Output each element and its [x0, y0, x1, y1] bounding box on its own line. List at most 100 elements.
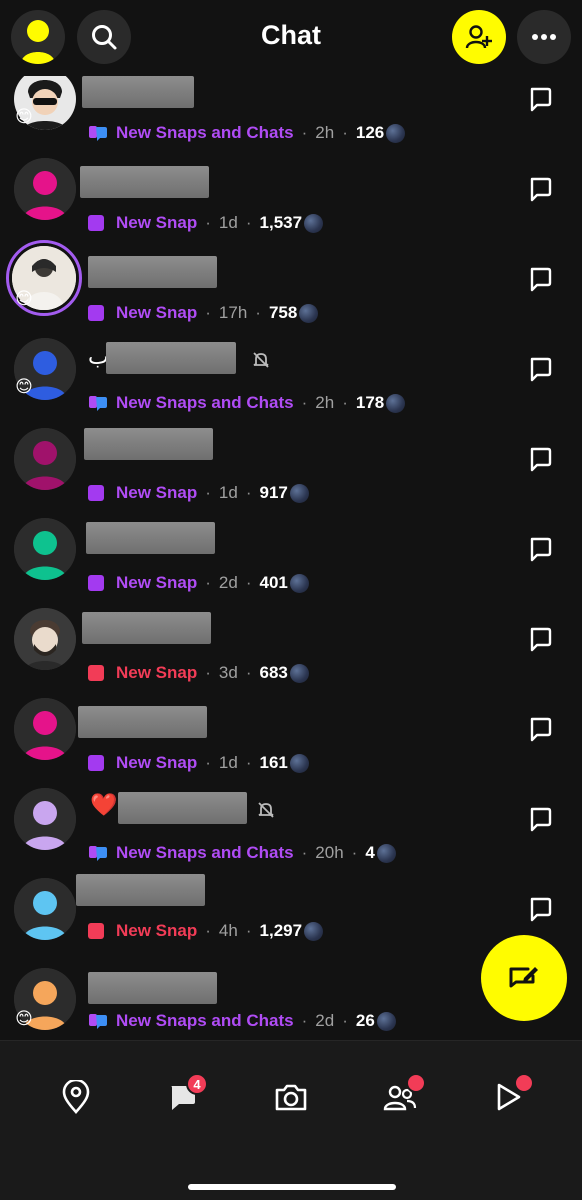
silhouette-icon [14, 518, 76, 580]
timestamp: 2d [218, 573, 238, 592]
contact-name-redacted [106, 342, 236, 374]
avatar[interactable] [14, 788, 76, 850]
chat-status: New Snaps and Chats · 20h · 4 [88, 840, 396, 866]
chat-status: New Snap · 1d · 1,537 [88, 210, 324, 236]
reply-chat-icon[interactable] [527, 176, 553, 202]
contact-name-redacted [86, 522, 215, 554]
contact-name-redacted [82, 612, 211, 644]
avatar[interactable] [14, 518, 76, 580]
status-label: New Snaps and Chats [116, 123, 294, 142]
reply-chat-icon[interactable] [527, 446, 553, 472]
reply-chat-icon[interactable] [527, 896, 553, 922]
chat-row[interactable]: New Snap · 2d · 401 [0, 512, 582, 602]
nav-friends[interactable] [380, 1073, 426, 1119]
muted-bell-icon [258, 802, 274, 818]
separator: · [351, 843, 358, 862]
silhouette-icon [14, 788, 76, 850]
reply-chat-icon[interactable] [527, 536, 553, 562]
avatar[interactable] [14, 608, 76, 670]
more-options-button[interactable] [517, 10, 571, 64]
separator: · [301, 843, 308, 862]
chat-row[interactable]: 😊 ب New Snaps and Chats · 2h · 178 [0, 332, 582, 422]
silhouette-icon [14, 878, 76, 940]
chat-status: New Snap · 1d · 161 [88, 750, 309, 776]
status-label: New Snaps and Chats [116, 393, 294, 412]
reply-chat-icon[interactable] [527, 266, 553, 292]
separator: · [245, 753, 252, 772]
moon-icon [304, 921, 324, 941]
chat-row[interactable]: ❤️ New Snaps and Chats · 20h · 4 [0, 782, 582, 872]
contact-name-redacted [82, 76, 194, 108]
separator: · [245, 573, 252, 592]
chat-status: New Snaps and Chats · 2d · 26 [88, 1008, 396, 1034]
separator: · [205, 213, 211, 232]
chat-row[interactable]: New Snap · 1d · 917 [0, 422, 582, 512]
separator: · [255, 303, 261, 322]
nav-chat[interactable]: 4 [162, 1073, 208, 1119]
reply-chat-icon[interactable] [527, 626, 553, 652]
moon-icon [376, 1011, 396, 1031]
snap-square-icon [88, 923, 104, 939]
status-label: New Snaps and Chats [116, 1011, 294, 1030]
add-friend-icon [465, 25, 492, 49]
snap-square-icon [88, 485, 104, 501]
add-friend-button[interactable] [452, 10, 506, 64]
status-label: New Snap [116, 213, 198, 232]
separator: · [205, 921, 211, 940]
chat-row[interactable]: 😊 New Snaps and Chats · 2h · 126 [0, 66, 582, 152]
status-label: New Snap [116, 663, 198, 682]
timestamp: 1d [218, 753, 238, 772]
separator: · [205, 753, 211, 772]
streak-count: 161 [259, 753, 288, 772]
status-label: New Snap [116, 303, 198, 322]
more-icon [532, 34, 556, 40]
silhouette-icon [14, 158, 76, 220]
nav-spotlight[interactable] [488, 1073, 534, 1119]
moon-icon [376, 843, 396, 863]
timestamp: 2h [315, 393, 335, 412]
chat-row[interactable]: New Snap · 1d · 161 [0, 692, 582, 782]
friend-emoji: 😊 [15, 107, 33, 126]
friend-emoji: 😊 [15, 289, 33, 308]
chat-row[interactable]: New Snap · 1d · 1,537 [0, 152, 582, 242]
reply-chat-icon[interactable] [527, 806, 553, 832]
status-label: New Snap [116, 753, 198, 772]
separator: · [245, 483, 252, 502]
avatar[interactable] [14, 158, 76, 220]
timestamp: 20h [315, 843, 344, 862]
chat-row[interactable]: 😊 New Snap · 17h · 758 [0, 240, 582, 332]
streak-count: 401 [259, 573, 288, 592]
separator: · [205, 483, 211, 502]
snap-square-icon [88, 215, 104, 231]
silhouette-icon [14, 428, 76, 490]
separator: · [301, 1011, 308, 1030]
avatar[interactable] [14, 428, 76, 490]
moon-icon [304, 213, 324, 233]
streak-count: 758 [268, 303, 298, 322]
new-chat-icon [89, 846, 107, 861]
spotlight-notification-dot [514, 1073, 534, 1093]
reply-chat-icon[interactable] [527, 716, 553, 742]
separator: · [245, 213, 252, 232]
separator: · [342, 123, 348, 142]
chat-row[interactable]: New Snap · 3d · 683 [0, 602, 582, 692]
contact-name-redacted [76, 874, 205, 906]
contact-name-redacted [88, 256, 217, 288]
reply-chat-icon[interactable] [527, 356, 553, 382]
nav-map[interactable] [56, 1075, 96, 1119]
new-chat-button[interactable] [481, 935, 567, 1021]
bitmoji-icon [14, 608, 76, 670]
avatar[interactable] [14, 878, 76, 940]
timestamp: 2h [315, 123, 335, 142]
chat-status: New Snap · 2d · 401 [88, 570, 309, 596]
contact-name-redacted [80, 166, 209, 198]
snap-square-icon [88, 575, 104, 591]
chat-status: New Snap · 4h · 1,297 [88, 918, 324, 944]
reply-chat-icon[interactable] [527, 86, 553, 112]
separator: · [301, 123, 308, 142]
status-label: New Snap [116, 573, 198, 592]
nav-camera[interactable] [271, 1075, 311, 1119]
chat-list[interactable]: 😊 New Snaps and Chats · 2h · 126 New Sna… [0, 66, 582, 1040]
separator: · [205, 663, 211, 682]
avatar[interactable] [14, 698, 76, 760]
